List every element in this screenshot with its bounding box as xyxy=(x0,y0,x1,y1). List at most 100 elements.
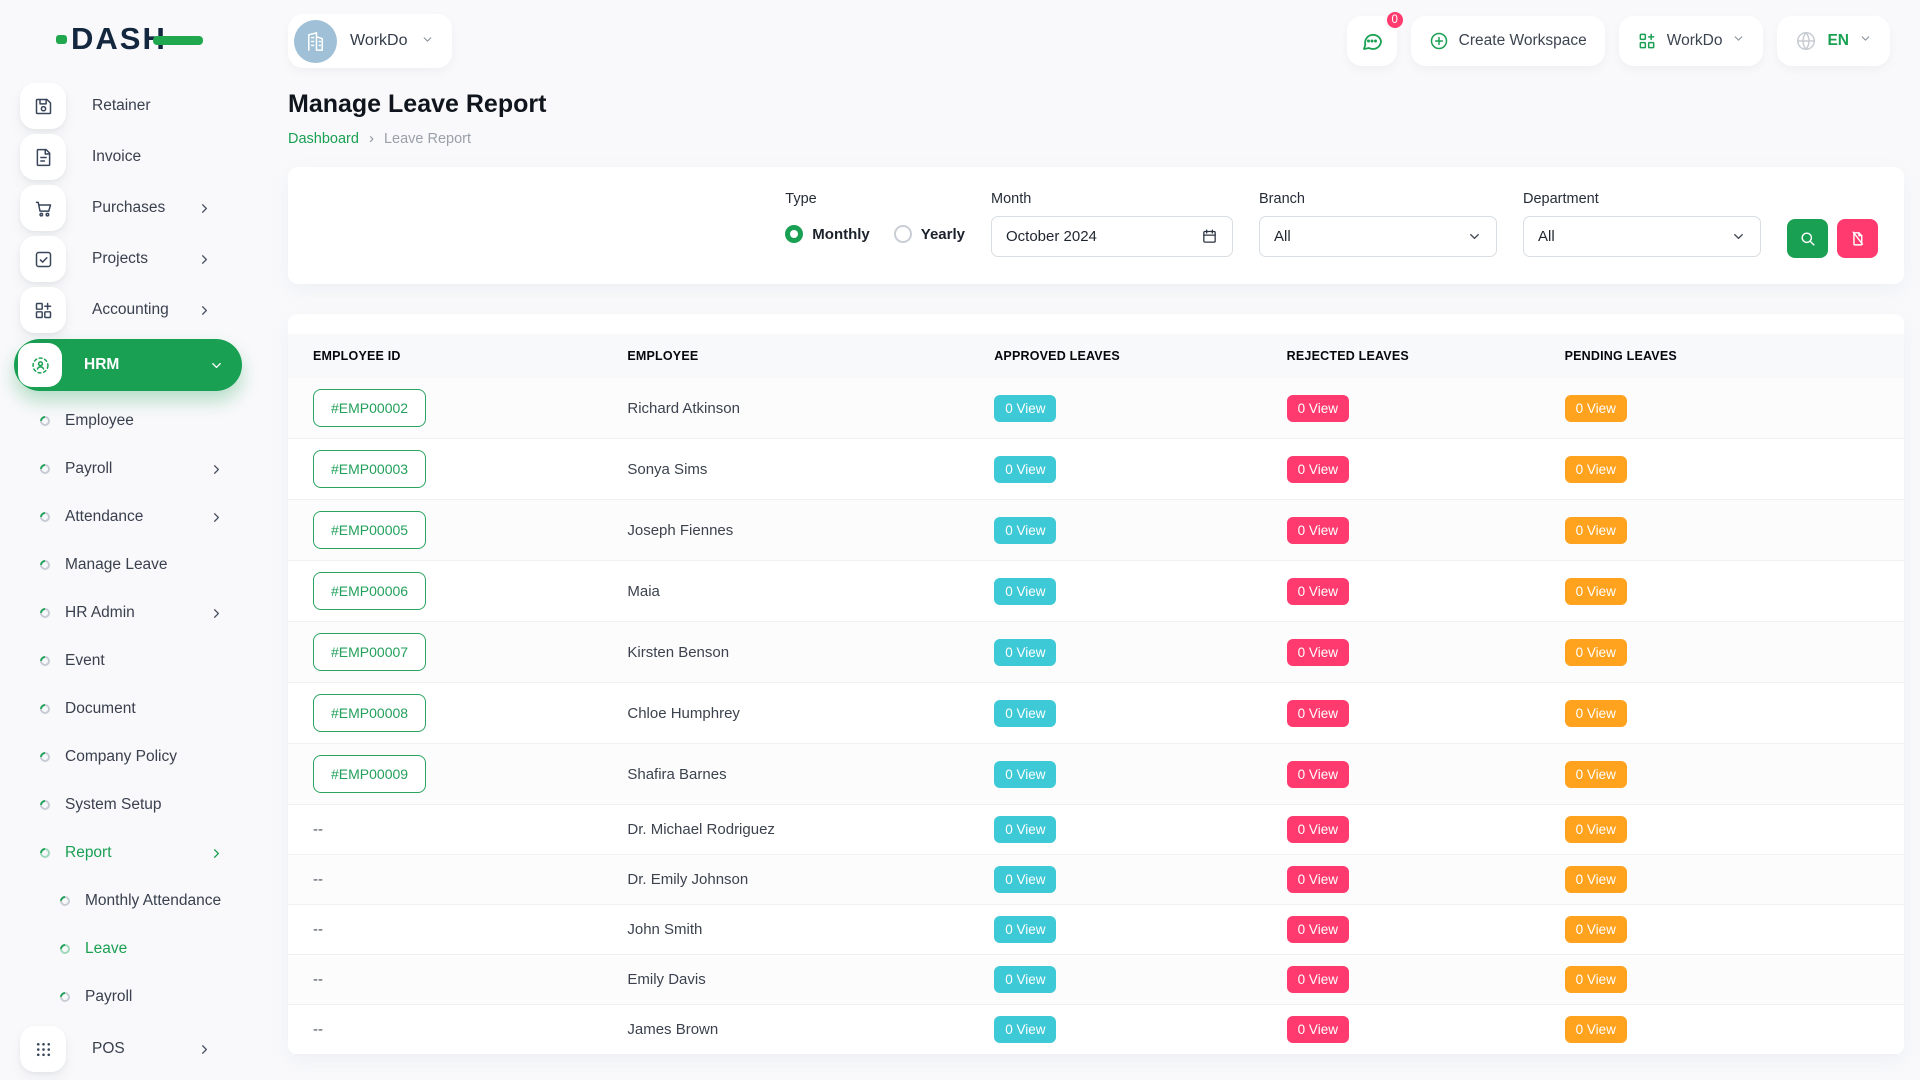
sidebar-item-label: Payroll xyxy=(65,460,112,478)
branch-select[interactable]: All xyxy=(1259,216,1497,257)
employee-id-chip[interactable]: #EMP00008 xyxy=(313,694,426,732)
approved-leaves-view-badge[interactable]: 0 View xyxy=(994,578,1056,605)
workspace-switcher[interactable]: WorkDo xyxy=(288,14,452,68)
sidebar-item-retainer[interactable]: Retainer xyxy=(20,83,242,129)
yearly-radio[interactable]: Yearly xyxy=(894,225,965,243)
rejected-leaves-view-badge[interactable]: 0 View xyxy=(1287,916,1349,943)
pending-leaves-view-badge[interactable]: 0 View xyxy=(1565,1016,1627,1043)
sidebar-item-event[interactable]: Event xyxy=(0,637,260,685)
language-selector[interactable]: EN xyxy=(1777,16,1890,66)
bullet-icon xyxy=(38,558,52,572)
sidebar-item-document[interactable]: Document xyxy=(0,685,260,733)
chevron-down-icon xyxy=(1731,229,1746,244)
breadcrumb-dashboard-link[interactable]: Dashboard xyxy=(288,131,359,147)
breadcrumb: Dashboard › Leave Report xyxy=(288,130,1904,147)
sidebar-item-system-setup[interactable]: System Setup xyxy=(0,781,260,829)
rejected-leaves-view-badge[interactable]: 0 View xyxy=(1287,1016,1349,1043)
rejected-leaves-view-badge[interactable]: 0 View xyxy=(1287,866,1349,893)
department-label: Department xyxy=(1523,191,1761,207)
sidebar: DASH Retainer Invoice Purchases Projects Acc… xyxy=(0,0,260,1080)
sidebar-item-employee[interactable]: Employee xyxy=(0,397,260,445)
sidebar-item-payroll[interactable]: Payroll xyxy=(0,445,260,493)
bullet-icon xyxy=(38,654,52,668)
employee-name: Kirsten Benson xyxy=(627,622,994,683)
workdo-menu-button[interactable]: WorkDo xyxy=(1619,16,1764,66)
sidebar-item-hr-admin[interactable]: HR Admin xyxy=(0,589,260,637)
create-workspace-label: Create Workspace xyxy=(1459,32,1587,50)
sidebar-item-projects[interactable]: Projects xyxy=(20,236,242,282)
month-input[interactable]: October 2024 xyxy=(991,216,1233,257)
chevron-right-icon xyxy=(209,462,224,477)
sidebar-item-company-policy[interactable]: Company Policy xyxy=(0,733,260,781)
sidebar-item-report[interactable]: Report xyxy=(0,829,260,877)
bullet-icon xyxy=(38,702,52,716)
reset-filter-button[interactable] xyxy=(1837,219,1878,258)
employee-id-chip[interactable]: #EMP00007 xyxy=(313,633,426,671)
employee-id-chip[interactable]: #EMP00005 xyxy=(313,511,426,549)
pending-leaves-view-badge[interactable]: 0 View xyxy=(1565,456,1627,483)
pending-leaves-view-badge[interactable]: 0 View xyxy=(1565,816,1627,843)
rejected-leaves-view-badge[interactable]: 0 View xyxy=(1287,578,1349,605)
rejected-leaves-view-badge[interactable]: 0 View xyxy=(1287,395,1349,422)
employee-id-chip[interactable]: #EMP00003 xyxy=(313,450,426,488)
employee-id-chip[interactable]: #EMP00006 xyxy=(313,572,426,610)
pending-leaves-view-badge[interactable]: 0 View xyxy=(1565,578,1627,605)
sidebar-item-pos[interactable]: POS xyxy=(20,1026,242,1072)
pending-leaves-view-badge[interactable]: 0 View xyxy=(1565,916,1627,943)
approved-leaves-view-badge[interactable]: 0 View xyxy=(994,639,1056,666)
pending-leaves-view-badge[interactable]: 0 View xyxy=(1565,966,1627,993)
filter-card: Type Monthly Yearly Month xyxy=(288,167,1904,284)
app-logo[interactable]: DASH xyxy=(0,0,260,78)
rejected-leaves-view-badge[interactable]: 0 View xyxy=(1287,700,1349,727)
logo-accent-dot xyxy=(56,35,67,44)
sidebar-item-hrm[interactable]: HRM xyxy=(14,339,242,391)
approved-leaves-view-badge[interactable]: 0 View xyxy=(994,395,1056,422)
bullet-icon xyxy=(38,750,52,764)
sidebar-item-monthly-attendance[interactable]: Monthly Attendance xyxy=(0,877,260,925)
rejected-leaves-view-badge[interactable]: 0 View xyxy=(1287,456,1349,483)
pending-leaves-view-badge[interactable]: 0 View xyxy=(1565,700,1627,727)
approved-leaves-view-badge[interactable]: 0 View xyxy=(994,761,1056,788)
pending-leaves-view-badge[interactable]: 0 View xyxy=(1565,517,1627,544)
sidebar-item-label: Attendance xyxy=(65,508,143,526)
employee-id-empty: -- xyxy=(313,821,323,838)
sidebar-item-leave[interactable]: Leave xyxy=(0,925,260,973)
pending-leaves-view-badge[interactable]: 0 View xyxy=(1565,866,1627,893)
rejected-leaves-view-badge[interactable]: 0 View xyxy=(1287,761,1349,788)
rejected-leaves-view-badge[interactable]: 0 View xyxy=(1287,816,1349,843)
employee-id-chip[interactable]: #EMP00009 xyxy=(313,755,426,793)
employee-name: Richard Atkinson xyxy=(627,378,994,439)
pending-leaves-view-badge[interactable]: 0 View xyxy=(1565,395,1627,422)
rejected-leaves-view-badge[interactable]: 0 View xyxy=(1287,966,1349,993)
rejected-leaves-view-badge[interactable]: 0 View xyxy=(1287,639,1349,666)
department-select[interactable]: All xyxy=(1523,216,1761,257)
sidebar-item-manage-leave[interactable]: Manage Leave xyxy=(0,541,260,589)
approved-leaves-view-badge[interactable]: 0 View xyxy=(994,456,1056,483)
approved-leaves-view-badge[interactable]: 0 View xyxy=(994,916,1056,943)
messages-count-badge: 0 xyxy=(1384,9,1406,31)
employee-id-chip[interactable]: #EMP00002 xyxy=(313,389,426,427)
leave-report-table: EMPLOYEE IDEMPLOYEEAPPROVED LEAVESREJECT… xyxy=(288,334,1904,1055)
sidebar-item-purchases[interactable]: Purchases xyxy=(20,185,242,231)
sidebar-item-invoice[interactable]: Invoice xyxy=(20,134,242,180)
approved-leaves-view-badge[interactable]: 0 View xyxy=(994,517,1056,544)
pending-leaves-view-badge[interactable]: 0 View xyxy=(1565,761,1627,788)
sidebar-item-attendance[interactable]: Attendance xyxy=(0,493,260,541)
sidebar-item-label: Employee xyxy=(65,412,134,430)
approved-leaves-view-badge[interactable]: 0 View xyxy=(994,966,1056,993)
sidebar-item-payroll[interactable]: Payroll xyxy=(0,973,260,1021)
pending-leaves-view-badge[interactable]: 0 View xyxy=(1565,639,1627,666)
sidebar-item-accounting[interactable]: Accounting xyxy=(20,287,242,333)
type-filter-group: Type Monthly Yearly xyxy=(785,191,965,258)
search-button[interactable] xyxy=(1787,219,1828,258)
create-workspace-button[interactable]: Create Workspace xyxy=(1411,16,1605,66)
approved-leaves-view-badge[interactable]: 0 View xyxy=(994,700,1056,727)
monthly-radio[interactable]: Monthly xyxy=(785,225,870,243)
approved-leaves-view-badge[interactable]: 0 View xyxy=(994,816,1056,843)
messages-button[interactable]: 0 xyxy=(1347,16,1397,66)
approved-leaves-view-badge[interactable]: 0 View xyxy=(994,866,1056,893)
rejected-leaves-view-badge[interactable]: 0 View xyxy=(1287,517,1349,544)
main-area: WorkDo 0 Create Workspace WorkDo xyxy=(260,0,1920,1080)
approved-leaves-view-badge[interactable]: 0 View xyxy=(994,1016,1056,1043)
sidebar-nav: Retainer Invoice Purchases Projects Accounti… xyxy=(0,83,260,1072)
